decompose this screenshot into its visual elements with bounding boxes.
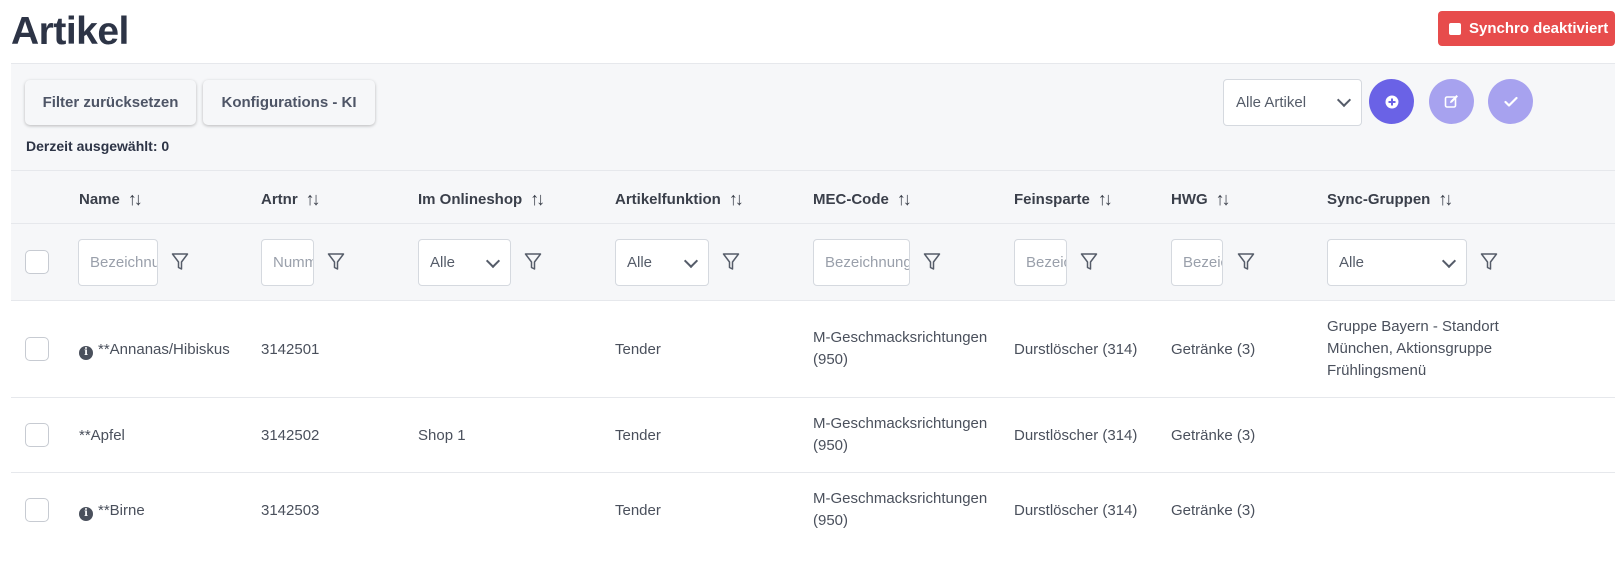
cell-mec-code: M-Geschmacksrichtungen (950) [813, 329, 988, 368]
filter-row: Bezeichnung Nummer Alle Alle Bezeichnung… [11, 224, 1615, 301]
plus-circle-icon [1385, 95, 1398, 108]
toolbar-panel: Filter zurücksetzen Konfigurations - KI … [11, 63, 1615, 170]
row-checkbox[interactable] [25, 423, 49, 447]
column-header-artikelfunktion[interactable]: Artikelfunktion ↑↓ [615, 189, 744, 210]
onlineshop-filter-select[interactable]: Alle [418, 239, 511, 286]
article-view-select[interactable]: Alle Artikel [1223, 79, 1362, 126]
confirm-button[interactable] [1488, 79, 1533, 124]
sync-button-label: Synchro deaktiviert [1469, 20, 1609, 37]
articles-table: Name ↑↓ Artnr ↑↓ Im Onlineshop ↑↓ Artikelfu… [11, 170, 1615, 548]
check-icon [1503, 96, 1518, 107]
add-button[interactable] [1369, 79, 1414, 124]
article-view-select-value: Alle Artikel [1236, 94, 1307, 111]
cell-feinsparte: Durstlöscher (314) [1014, 341, 1138, 358]
hwg-filter-input[interactable]: Bezeichnung [1171, 239, 1223, 286]
sort-icon: ↑↓ [305, 189, 321, 209]
cell-mec-code: M-Geschmacksrichtungen (950) [813, 415, 988, 454]
table-row[interactable]: i **Birne 3142503 Tender M-Geschmacksrich… [11, 473, 1615, 548]
selected-count: Derzeit ausgewählt: 0 [26, 138, 170, 154]
chevron-down-icon [485, 253, 501, 269]
cell-onlineshop: Shop 1 [418, 427, 466, 444]
filter-icon[interactable] [1237, 252, 1255, 272]
table-row[interactable]: **Apfel 3142502 Shop 1 Tender M-Geschmac… [11, 398, 1615, 473]
sort-icon: ↑↓ [728, 189, 744, 209]
sync-toggle-button[interactable]: Synchro deaktiviert [1438, 11, 1615, 46]
config-ki-button[interactable]: Konfigurations - KI [203, 80, 375, 125]
chevron-down-icon [1336, 92, 1352, 108]
cell-artikelfunktion: Tender [615, 427, 661, 444]
cell-mec-code: M-Geschmacksrichtungen (950) [813, 490, 988, 529]
filter-reset-button[interactable]: Filter zurücksetzen [25, 80, 196, 125]
filter-icon[interactable] [722, 252, 740, 272]
sort-icon: ↑↓ [1215, 189, 1231, 209]
cell-name: i **Annanas/Hibiskus [79, 339, 230, 361]
artikelfunktion-filter-select[interactable]: Alle [615, 239, 709, 286]
filter-icon[interactable] [327, 252, 345, 272]
cell-name: i **Birne [79, 500, 145, 522]
filter-icon[interactable] [524, 252, 542, 272]
info-icon[interactable]: i [79, 346, 93, 360]
column-header-onlineshop[interactable]: Im Onlineshop ↑↓ [418, 189, 545, 210]
table-row[interactable]: i **Annanas/Hibiskus 3142501 Tender M-Ges… [11, 301, 1615, 398]
sort-icon: ↑↓ [896, 189, 912, 209]
sort-icon: ↑↓ [530, 189, 545, 209]
cell-hwg: Getränke (3) [1171, 502, 1256, 519]
mec-code-filter-input[interactable]: Bezeichnung [813, 239, 910, 286]
cell-feinsparte: Durstlöscher (314) [1014, 427, 1138, 444]
cell-sync-gruppen: Gruppe Bayern - Standort München, Aktions… [1327, 318, 1499, 379]
table-header: Name ↑↓ Artnr ↑↓ Im Onlineshop ↑↓ Artikelfu… [11, 170, 1615, 224]
cell-feinsparte: Durstlöscher (314) [1014, 502, 1138, 519]
sort-icon: ↑↓ [1438, 189, 1453, 209]
filter-icon[interactable] [1080, 252, 1098, 272]
cell-artnr: 3142501 [261, 341, 320, 358]
chevron-down-icon [683, 253, 699, 269]
sort-icon: ↑↓ [127, 189, 143, 209]
column-header-name[interactable]: Name ↑↓ [79, 189, 143, 210]
edit-icon [1444, 95, 1458, 108]
row-checkbox[interactable] [25, 337, 49, 361]
edit-button[interactable] [1429, 79, 1474, 124]
feinsparte-filter-input[interactable]: Bezeichnung [1014, 239, 1067, 286]
name-filter-input[interactable]: Bezeichnung [78, 239, 158, 286]
cell-hwg: Getränke (3) [1171, 427, 1256, 444]
cell-hwg: Getränke (3) [1171, 341, 1256, 358]
select-all-checkbox[interactable] [25, 250, 49, 274]
column-header-mec-code[interactable]: MEC-Code ↑↓ [813, 189, 912, 210]
cell-artikelfunktion: Tender [615, 502, 661, 519]
filter-icon[interactable] [171, 252, 189, 272]
row-checkbox[interactable] [25, 498, 49, 522]
cell-artnr: 3142503 [261, 502, 320, 519]
stop-icon [1449, 22, 1461, 35]
filter-icon[interactable] [1480, 252, 1498, 272]
column-header-sync-gruppen[interactable]: Sync-Gruppen ↑↓ [1327, 189, 1453, 210]
artnr-filter-input[interactable]: Nummer [261, 239, 314, 286]
sort-icon: ↑↓ [1097, 189, 1113, 209]
cell-artnr: 3142502 [261, 427, 320, 444]
chevron-down-icon [1441, 253, 1457, 269]
sync-gruppen-filter-select[interactable]: Alle [1327, 239, 1467, 286]
cell-artikelfunktion: Tender [615, 341, 661, 358]
column-header-artnr[interactable]: Artnr ↑↓ [261, 189, 321, 210]
column-header-feinsparte[interactable]: Feinsparte ↑↓ [1014, 189, 1113, 210]
filter-icon[interactable] [923, 252, 941, 272]
cell-name: **Apfel [79, 427, 125, 444]
info-icon[interactable]: i [79, 507, 93, 521]
page-title: Artikel [11, 10, 129, 53]
column-header-hwg[interactable]: HWG ↑↓ [1171, 189, 1231, 210]
